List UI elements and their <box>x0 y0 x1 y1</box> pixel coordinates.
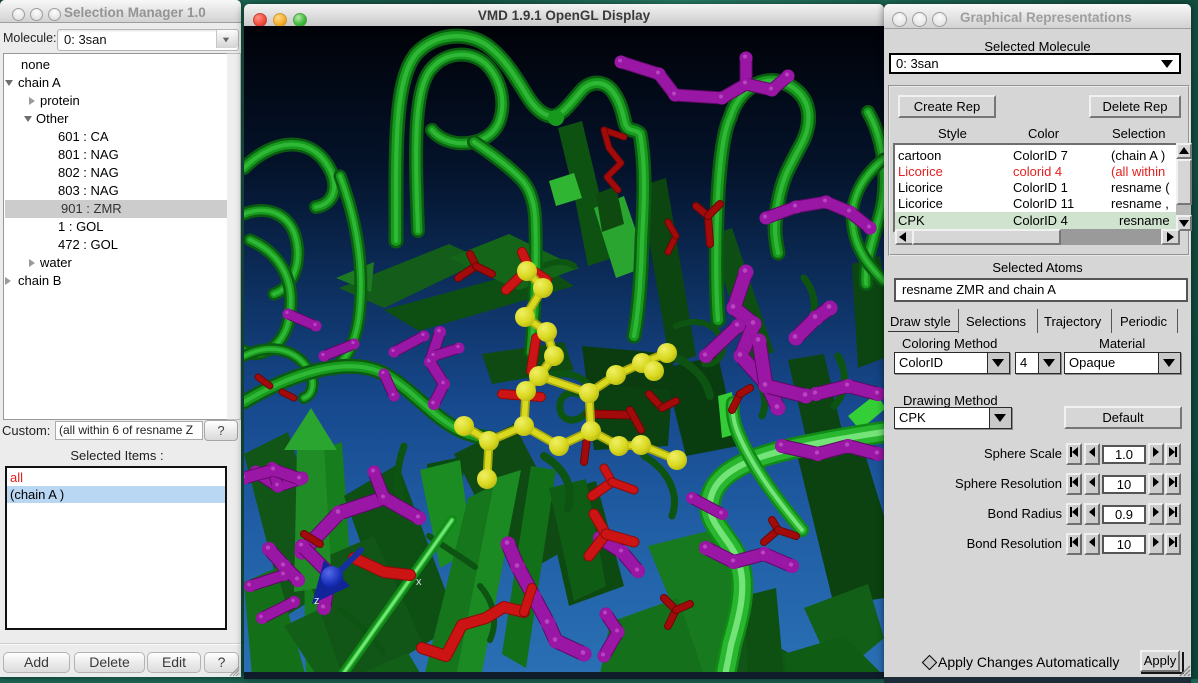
svg-text:x: x <box>416 576 422 588</box>
svg-text:z: z <box>314 595 320 607</box>
